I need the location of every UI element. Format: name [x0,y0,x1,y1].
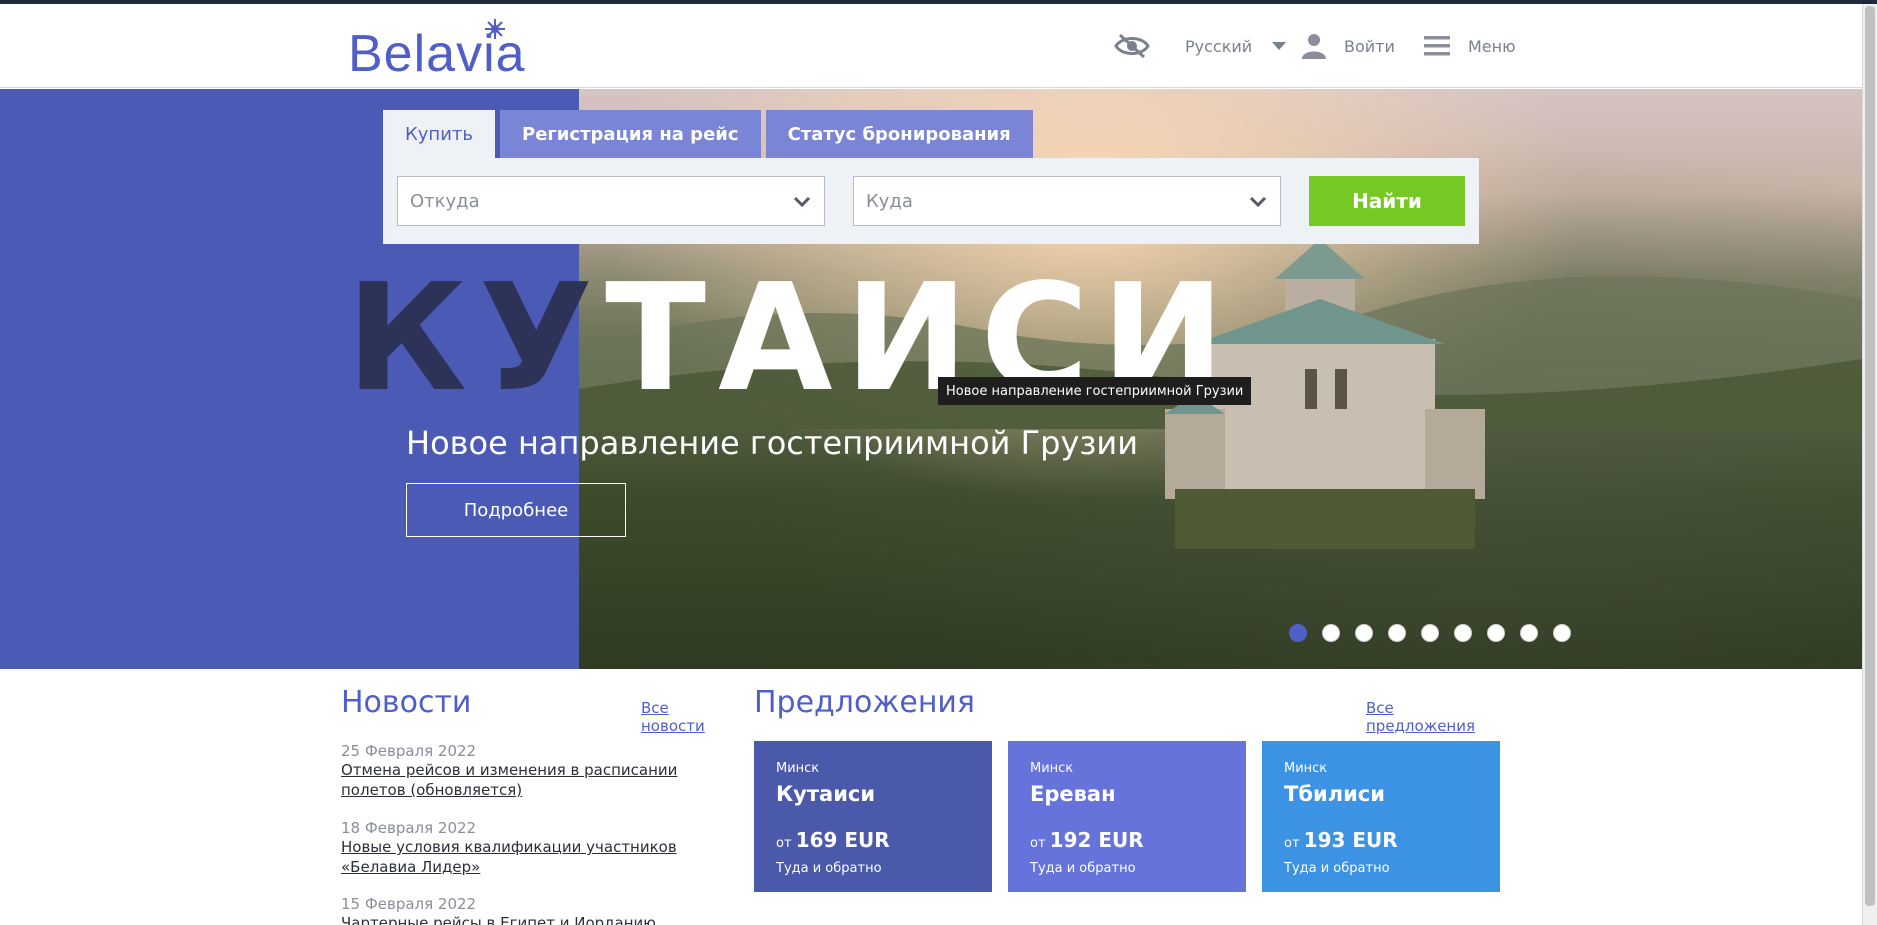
news-link[interactable]: Отмена рейсов и изменения в расписании п… [341,760,734,800]
slider-dot-1[interactable] [1289,624,1307,642]
more-info-button[interactable]: Подробнее [406,483,626,537]
news-item: 18 Февраля 2022 Новые условия квалификац… [341,819,734,877]
eye-slash-icon [1114,33,1150,59]
offer-card[interactable]: Минск Ереван от 192 EUR Туда и обратно [1008,741,1246,892]
snowflake-icon [485,19,505,39]
menu-button[interactable]: Меню [1424,26,1516,66]
login-label: Войти [1344,36,1395,56]
offer-card[interactable]: Минск Тбилиси от 193 EUR Туда и обратно [1262,741,1500,892]
news-link[interactable]: Чартерные рейсы в Египет и Иорданию [341,913,734,925]
slider-dot-9[interactable] [1553,624,1571,642]
offer-card[interactable]: Минск Кутаиси от 169 EUR Туда и обратно [754,741,992,892]
slider-dot-8[interactable] [1520,624,1538,642]
offer-note: Туда и обратно [776,861,882,876]
news-date: 25 Февраля 2022 [341,742,477,760]
news-item: 25 Февраля 2022 Отмена рейсов и изменени… [341,742,734,800]
price-value: 169 EUR [795,828,890,852]
menu-label: Меню [1468,36,1516,56]
price-prefix: от [776,836,792,851]
caret-down-icon [1272,42,1287,50]
tab-booking-status[interactable]: Статус бронирования [765,110,1033,158]
offer-price: от 193 EUR [1284,828,1398,852]
offers-section: Предложения Все предложения Минск Кутаис… [754,685,1500,892]
offer-cards: Минск Кутаиси от 169 EUR Туда и обратно … [754,741,1500,892]
hamburger-icon [1424,36,1450,56]
offer-origin: Минск [776,761,820,776]
destination-placeholder: Куда [866,190,913,212]
origin-placeholder: Откуда [410,190,480,212]
destination-select[interactable]: Куда [853,176,1281,226]
slider-dots [1289,624,1571,642]
price-prefix: от [1284,836,1300,851]
slider-dot-3[interactable] [1355,624,1373,642]
accessibility-toggle[interactable] [1114,26,1150,66]
flight-search-widget: Купить Регистрация на рейс Статус бронир… [383,110,1479,244]
slider-dot-5[interactable] [1421,624,1439,642]
offer-note: Туда и обратно [1030,861,1136,876]
belavia-logo[interactable]: Belavia [348,18,538,83]
slider-dot-2[interactable] [1322,624,1340,642]
price-value: 192 EUR [1049,828,1144,852]
slider-dot-6[interactable] [1454,624,1472,642]
offer-destination: Ереван [1030,782,1116,806]
all-news-link[interactable]: Все новости [641,699,734,735]
hero-title-part-dark: КУ [346,252,606,424]
slider-dot-7[interactable] [1487,624,1505,642]
news-date: 18 Февраля 2022 [341,819,477,837]
offer-price: от 192 EUR [1030,828,1144,852]
tab-checkin[interactable]: Регистрация на рейс [500,110,761,158]
hero-tooltip: Новое направление гостеприимной Грузии [938,377,1252,405]
language-label: Русский [1185,36,1253,56]
news-link[interactable]: Новые условия квалификации участников «Б… [341,837,734,877]
news-date: 15 Февраля 2022 [341,895,477,913]
price-prefix: от [1030,836,1046,851]
offer-origin: Минск [1284,761,1328,776]
scrollbar-thumb[interactable] [1865,6,1875,906]
slider-dot-4[interactable] [1388,624,1406,642]
chevron-down-icon [1249,196,1267,208]
offer-note: Туда и обратно [1284,861,1390,876]
news-section: Новости Все новости 25 Февраля 2022 Отме… [341,685,734,925]
login-button[interactable]: Войти [1302,26,1395,66]
user-icon [1302,34,1326,59]
page-scrollbar[interactable] [1862,4,1877,925]
language-selector[interactable]: Русский [1185,26,1287,66]
origin-select[interactable]: Откуда [397,176,825,226]
hero-subtitle: Новое направление гостеприимной Грузии [406,424,1139,462]
search-tabs: Купить Регистрация на рейс Статус бронир… [383,110,1033,158]
search-panel: Откуда Куда Найти [383,158,1479,244]
offer-destination: Кутаиси [776,782,876,806]
price-value: 193 EUR [1303,828,1398,852]
all-offers-link[interactable]: Все предложения [1366,699,1500,735]
offer-destination: Тбилиси [1284,782,1385,806]
site-header: Belavia Русский Войти Меню [0,4,1862,88]
offer-origin: Минск [1030,761,1074,776]
offer-price: от 169 EUR [776,828,890,852]
news-item: 15 Февраля 2022 Чартерные рейсы в Египет… [341,895,734,925]
tab-buy[interactable]: Купить [383,110,495,158]
chevron-down-icon [793,196,811,208]
find-button[interactable]: Найти [1309,176,1465,226]
